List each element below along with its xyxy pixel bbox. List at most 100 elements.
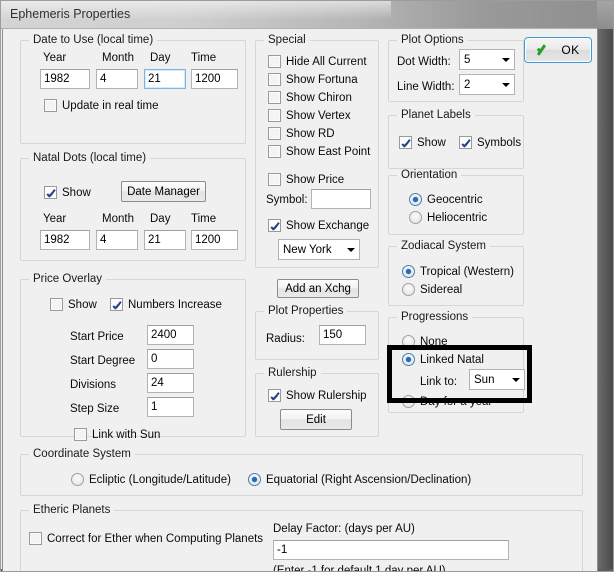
natal-month-input[interactable] (96, 230, 138, 250)
orientation-geocentric-label: Geocentric (427, 193, 483, 206)
show-fortuna-checkbox[interactable]: Show Fortuna (268, 72, 358, 87)
label-year: Year (43, 52, 67, 64)
show-rd-checkbox[interactable]: Show RD (268, 126, 335, 141)
radio-dot-icon (402, 353, 415, 366)
green-check-icon (536, 43, 553, 58)
hide-all-current-label: Hide All Current (286, 55, 367, 68)
ok-button[interactable]: OK (524, 37, 592, 63)
coord-equatorial-label: Equatorial (Right Ascension/Declination) (266, 473, 472, 486)
group-label-plot-properties: Plot Properties (264, 305, 348, 317)
price-show-label: Show (68, 298, 97, 311)
planet-labels-show-checkbox[interactable]: Show (399, 135, 446, 150)
label-dot-width: Dot Width: (397, 56, 451, 68)
natal-time-input[interactable] (191, 230, 238, 250)
group-planet-labels: Planet Labels Show Symbols (388, 109, 524, 169)
link-with-sun-checkbox[interactable]: Link with Sun (74, 427, 160, 442)
group-label-orientation: Orientation (397, 169, 462, 181)
planet-labels-show-label: Show (417, 136, 446, 149)
checkbox-box-icon (268, 219, 281, 232)
progressions-none-label: None (420, 335, 448, 348)
group-orientation: Orientation Geocentric Heliocentric (388, 169, 524, 235)
checkbox-box-icon (268, 389, 281, 402)
step-size-input[interactable] (147, 397, 194, 417)
group-label-planet-labels: Planet Labels (397, 109, 475, 121)
label-time: Time (191, 213, 217, 225)
edit-rulership-button-label: Edit (306, 413, 326, 426)
checkbox-box-icon (268, 55, 281, 68)
show-east-point-checkbox[interactable]: Show East Point (268, 144, 370, 159)
label-step-size: Step Size (70, 403, 120, 415)
radio-dot-icon (402, 283, 415, 296)
checkbox-box-icon (268, 145, 281, 158)
group-etheric-planets: Etheric Planets Correct for Ether when C… (20, 504, 583, 572)
show-rulership-label: Show Rulership (286, 389, 367, 402)
date-year-input[interactable] (40, 69, 90, 89)
window-title: Ephemeris Properties (10, 7, 131, 21)
chevron-down-icon (497, 50, 514, 69)
orientation-heliocentric-label: Heliocentric (427, 211, 488, 224)
price-show-checkbox[interactable]: Show (50, 297, 97, 312)
show-chiron-checkbox[interactable]: Show Chiron (268, 90, 352, 105)
show-rulership-checkbox[interactable]: Show Rulership (268, 388, 367, 403)
edit-rulership-button[interactable]: Edit (280, 409, 352, 430)
group-plot-options: Plot Options Dot Width: 5 Line Width: 2 (388, 34, 524, 102)
divisions-input[interactable] (147, 373, 194, 393)
zodiac-tropical-radio[interactable]: Tropical (Western) (402, 264, 514, 279)
coord-equatorial-radio[interactable]: Equatorial (Right Ascension/Declination) (248, 472, 471, 487)
numbers-increase-checkbox[interactable]: Numbers Increase (110, 297, 222, 312)
symbol-input[interactable] (311, 189, 371, 209)
checkbox-box-icon (44, 99, 57, 112)
group-price-overlay: Price Overlay Show Numbers Increase Star… (20, 273, 246, 441)
chevron-down-icon (497, 75, 514, 94)
show-fortuna-label: Show Fortuna (286, 73, 358, 86)
show-vertex-checkbox[interactable]: Show Vertex (268, 108, 351, 123)
update-real-time-checkbox[interactable]: Update in real time (44, 98, 159, 113)
hide-all-current-checkbox[interactable]: Hide All Current (268, 54, 367, 69)
label-month: Month (102, 52, 134, 64)
show-price-checkbox[interactable]: Show Price (268, 172, 344, 187)
radius-input[interactable] (319, 325, 366, 345)
natal-year-input[interactable] (40, 230, 90, 250)
natal-show-label: Show (62, 186, 91, 199)
date-manager-button[interactable]: Date Manager (121, 181, 206, 202)
ephemeris-properties-window: Ephemeris Properties OK Date to Use (loc… (0, 0, 614, 572)
add-xchg-button[interactable]: Add an Xchg (277, 279, 359, 298)
natal-show-checkbox[interactable]: Show (44, 185, 91, 200)
checkbox-box-icon (110, 298, 123, 311)
date-month-input[interactable] (96, 69, 138, 89)
group-special: Special Hide All Current Show Fortuna Sh… (255, 34, 379, 268)
coord-ecliptic-radio[interactable]: Ecliptic (Longitude/Latitude) (71, 472, 231, 487)
line-width-dropdown[interactable]: 2 (459, 74, 515, 95)
orientation-geocentric-radio[interactable]: Geocentric (409, 192, 483, 207)
delay-factor-input[interactable] (273, 540, 509, 560)
group-zodiacal-system: Zodiacal System Tropical (Western) Sider… (388, 240, 524, 306)
orientation-heliocentric-radio[interactable]: Heliocentric (409, 210, 487, 225)
window-right-edge-top (597, 1, 613, 29)
label-start-degree: Start Degree (70, 355, 136, 367)
correct-for-ether-checkbox[interactable]: Correct for Ether when Computing Planets (29, 531, 263, 546)
start-price-input[interactable] (147, 325, 194, 345)
exchange-dropdown[interactable]: New York (278, 239, 360, 260)
link-to-dropdown[interactable]: Sun (469, 369, 525, 390)
checkbox-box-icon (268, 91, 281, 104)
label-day: Day (150, 213, 171, 225)
date-manager-button-label: Date Manager (127, 185, 200, 198)
correct-for-ether-label: Correct for Ether when Computing Planets (47, 532, 264, 545)
show-exchange-checkbox[interactable]: Show Exchange (268, 218, 369, 233)
date-time-input[interactable] (191, 69, 238, 89)
checkbox-box-icon (459, 136, 472, 149)
planet-labels-symbols-checkbox[interactable]: Symbols (459, 135, 521, 150)
update-real-time-label: Update in real time (62, 99, 159, 112)
group-label-etheric-planets: Etheric Planets (29, 504, 115, 516)
radio-dot-icon (402, 395, 415, 408)
start-degree-input[interactable] (147, 349, 194, 369)
zodiac-sidereal-radio[interactable]: Sidereal (402, 282, 462, 297)
progressions-linked-natal-radio[interactable]: Linked Natal (402, 352, 484, 367)
natal-day-input[interactable] (144, 230, 186, 250)
group-label-natal-dots: Natal Dots (local time) (29, 152, 151, 164)
dot-width-dropdown[interactable]: 5 (459, 49, 515, 70)
progressions-day-for-year-radio[interactable]: Day for a year (402, 394, 492, 409)
progressions-none-radio[interactable]: None (402, 334, 448, 349)
delay-factor-hint: (Enter -1 for default 1 day per AU) (273, 565, 446, 572)
date-day-input[interactable] (144, 69, 186, 89)
